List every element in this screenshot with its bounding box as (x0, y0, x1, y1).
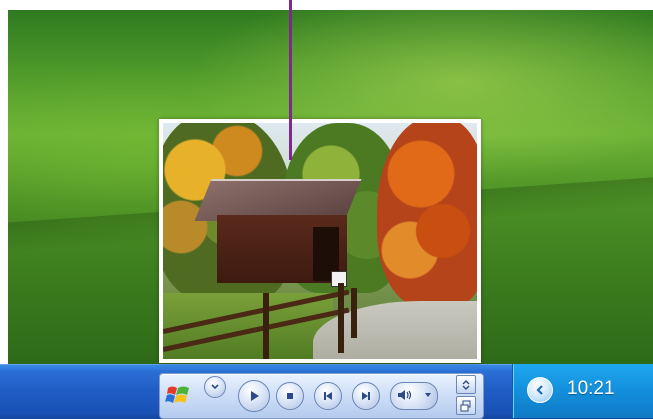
clock[interactable]: 10:21 (567, 378, 615, 400)
notification-area: 10:21 (512, 364, 653, 418)
volume-control[interactable] (390, 382, 438, 410)
top-margin (0, 0, 653, 10)
mute-icon[interactable] (397, 388, 413, 405)
media-player-toolbar (159, 373, 484, 419)
volume-icon[interactable] (424, 390, 432, 402)
menu-chevron-icon[interactable] (204, 376, 226, 398)
mode-buttons (456, 375, 476, 415)
next-icon[interactable] (352, 382, 380, 410)
left-margin (0, 10, 8, 364)
chevron-up-down-icon[interactable] (456, 375, 476, 394)
autumn-tree-right (377, 123, 477, 307)
fence-post (351, 288, 357, 338)
play-icon[interactable] (238, 380, 270, 412)
fence-post (338, 283, 344, 353)
video-frame (163, 123, 477, 359)
stop-icon[interactable] (276, 382, 304, 410)
restore-icon[interactable] (456, 396, 476, 415)
previous-icon[interactable] (314, 382, 342, 410)
fence-post (263, 293, 269, 359)
video-preview-window[interactable] (159, 119, 481, 363)
chevron-left-icon[interactable] (527, 377, 553, 403)
switch-to-full-mode-icon[interactable] (164, 380, 194, 410)
callout-line (289, 0, 292, 160)
